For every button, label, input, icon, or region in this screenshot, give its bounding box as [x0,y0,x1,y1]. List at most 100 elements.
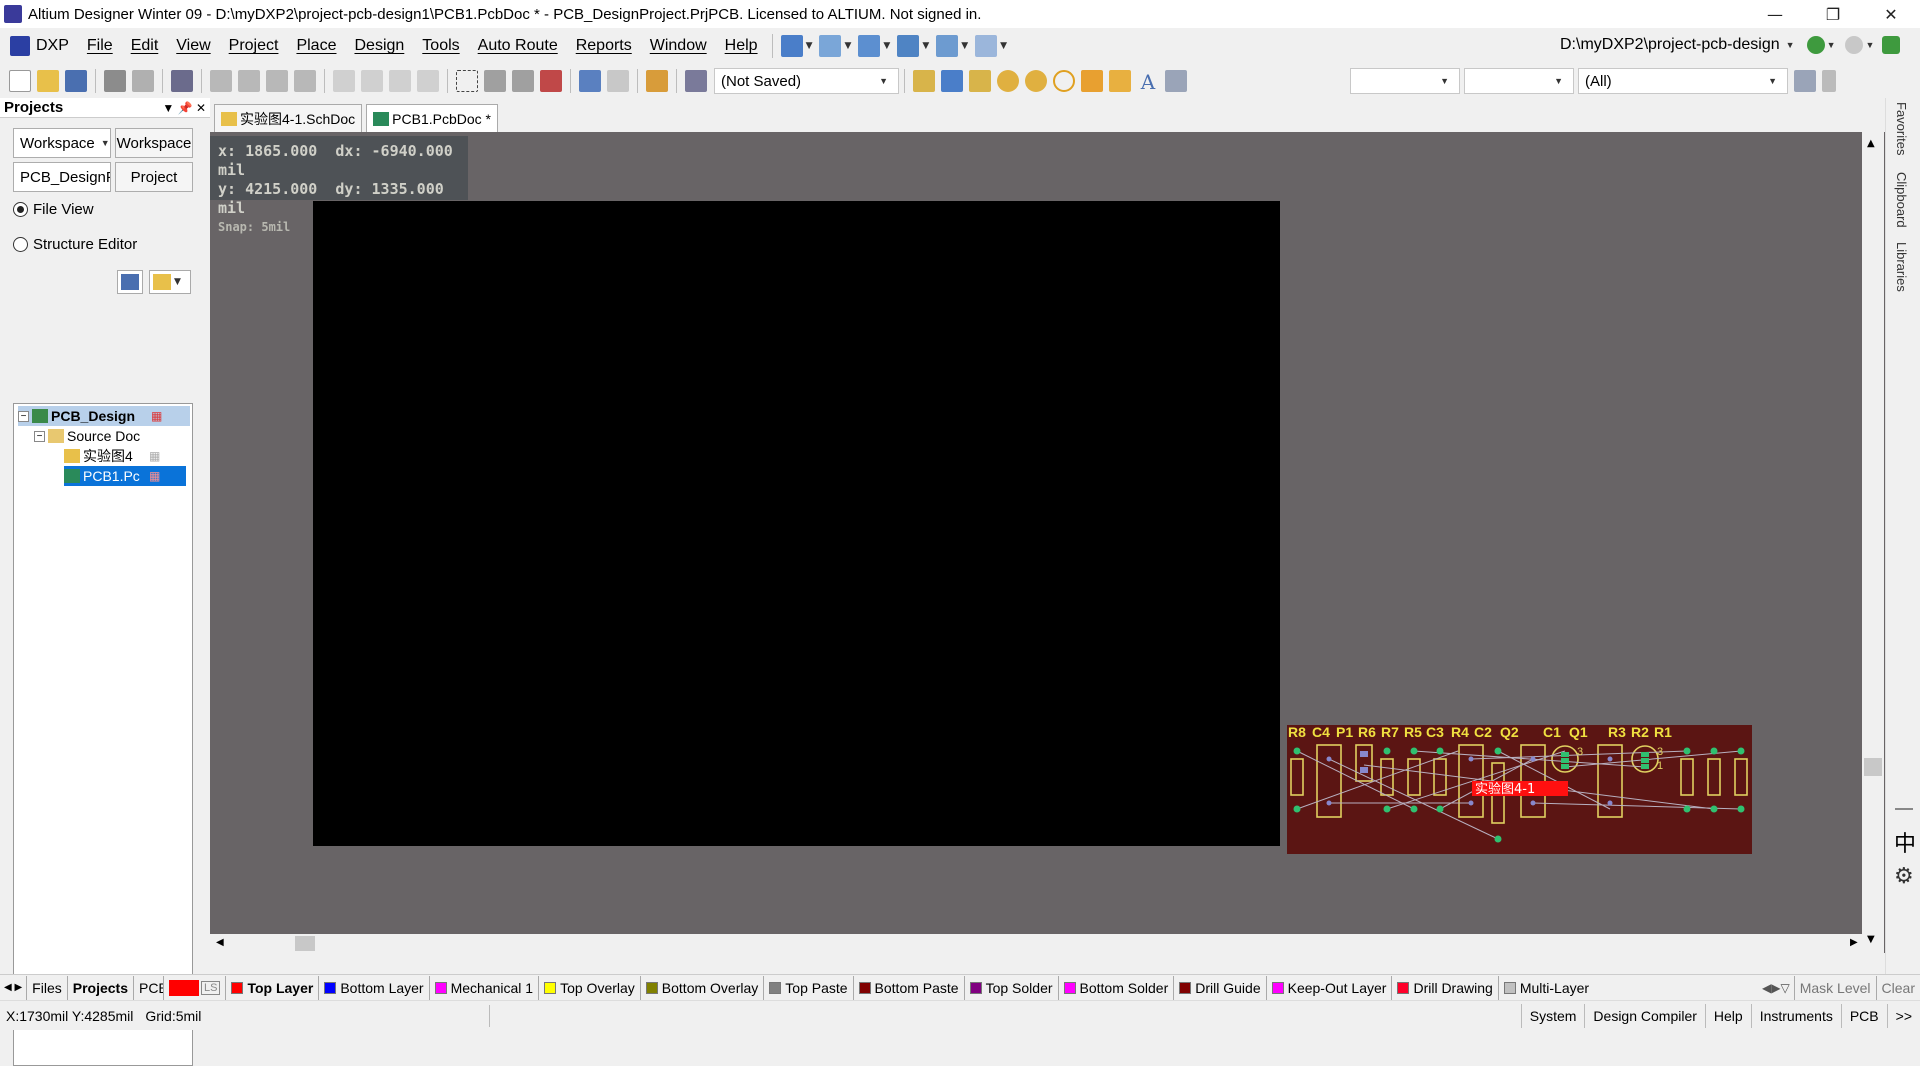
status-instruments-button[interactable]: Instruments [1750,1003,1841,1028]
status-pcb-button[interactable]: PCB [1840,1003,1887,1028]
layer-tab[interactable]: Top Paste [763,975,852,1000]
chevron-down-icon[interactable]: ▼ [961,41,968,51]
cut-icon[interactable] [333,70,355,92]
filter-all-combo[interactable]: (All) ▼ [1578,68,1788,94]
horizontal-scrollbar[interactable]: ◀ ▶ [210,934,1862,953]
minimize-button[interactable]: — [1746,0,1804,28]
tab-favorites[interactable]: Favorites [1894,102,1909,155]
forward-icon[interactable] [1845,36,1864,54]
fill-icon[interactable] [1081,70,1103,92]
layer-scroll-icon[interactable]: ◀▶▽ [1758,981,1794,995]
chevron-down-icon[interactable]: ▼ [922,41,929,51]
filter-combo-1[interactable]: ▼ [1350,68,1460,94]
structure-editor-radio[interactable]: Structure Editor [13,236,137,253]
close-button[interactable]: ✕ [1862,0,1920,28]
board-sheet[interactable] [313,201,1280,846]
scroll-left-icon[interactable]: ◀ [216,937,224,948]
layer-tab[interactable]: Bottom Solder [1057,975,1174,1000]
arc-icon[interactable] [1053,70,1075,92]
chevron-down-icon[interactable]: ▼ [1000,41,1007,51]
workspace-combo[interactable]: Workspace ▼ [13,128,111,158]
back-icon[interactable] [1806,36,1825,54]
home-icon[interactable] [1882,36,1901,54]
rubber-stamp-icon[interactable] [417,70,439,92]
menu-place[interactable]: Place [287,37,345,55]
layer-tab[interactable]: Top Solder [963,975,1058,1000]
clear-filter-icon[interactable] [540,70,562,92]
zoom-selected-icon[interactable] [266,70,288,92]
menu-file[interactable]: File [78,37,122,55]
layer-tab[interactable]: Drill Guide [1173,975,1265,1000]
select-icon[interactable] [858,35,881,57]
menu-project[interactable]: Project [220,37,288,55]
browse-component-icon[interactable] [685,70,707,92]
collapse-icon[interactable]: − [18,410,29,422]
print-icon[interactable] [104,70,126,92]
select-area-icon[interactable] [456,70,478,92]
save-icon[interactable] [65,70,87,92]
deselect-icon[interactable] [512,70,534,92]
layer-tab[interactable]: Top Layer [225,975,318,1000]
chevron-down-icon[interactable]: ▼ [1865,40,1874,50]
gear-icon[interactable]: ⚙ [1894,864,1914,889]
multi-route-icon[interactable] [941,70,963,92]
layer-tab[interactable]: Bottom Overlay [639,975,763,1000]
tab-files[interactable]: Files [26,975,67,1000]
menu-dxp[interactable]: DXP [0,36,78,56]
layer-tab[interactable]: Top Overlay [538,975,640,1000]
zoom-fit-icon[interactable] [210,70,232,92]
menu-help[interactable]: Help [716,37,767,55]
array-paste-icon[interactable] [1165,70,1187,92]
paste-icon[interactable] [389,70,411,92]
scroll-right-icon[interactable]: ▶ [1850,937,1858,948]
cross-probe-icon[interactable] [646,70,668,92]
move-icon[interactable] [484,70,506,92]
tab-pcb-panel[interactable]: PCB [132,975,163,1000]
open-icon[interactable] [37,70,59,92]
menu-auto-route[interactable]: Auto Route [469,37,567,55]
project-options-button[interactable]: ▼ [149,270,191,294]
tree-item-project[interactable]: − PCB_Design ▦ [18,406,190,426]
workspace-button[interactable]: Workspace [115,128,193,158]
layer-tab[interactable]: Bottom Paste [852,975,964,1000]
scroll-up-icon[interactable]: ▲ [1867,138,1875,149]
tab-projects[interactable]: Projects [66,975,133,1000]
clear-filter-icon[interactable] [1822,70,1836,92]
pin-icon[interactable]: 📌 [178,101,193,115]
apply-filter-icon[interactable] [1794,70,1816,92]
compile-project-button[interactable] [117,270,143,294]
chevron-down-icon[interactable]: ▼ [1827,40,1836,50]
layer-tab[interactable]: Bottom Layer [318,975,428,1000]
layer-tab[interactable]: Multi-Layer [1497,975,1594,1000]
project-button[interactable]: Project [115,162,193,192]
tree-item-pcb[interactable]: PCB1.Pc ▦ [64,466,186,486]
menu-window[interactable]: Window [641,37,716,55]
tab-clipboard[interactable]: Clipboard [1894,172,1909,228]
pcb-component-room[interactable]: 实验图4-1 3 3 1 R8 C4 P1 R6 R7 R5 C3 R4 C2 Q2 C1 Q1 R3 R… [1287,724,1752,854]
pad-icon[interactable] [997,70,1019,92]
tab-schematic[interactable]: 实验图4-1.SchDoc [214,104,363,132]
scroll-thumb[interactable] [1864,758,1882,776]
status-more-button[interactable]: >> [1886,1003,1920,1028]
tab-libraries[interactable]: Libraries [1894,242,1909,292]
current-layer-swatch[interactable]: LS [162,975,225,1000]
route-icon[interactable] [913,70,935,92]
via-icon[interactable] [1025,70,1047,92]
status-design-compiler-button[interactable]: Design Compiler [1584,1003,1704,1028]
align-icon[interactable] [819,35,842,57]
project-field[interactable]: PCB_DesignPr [13,162,111,192]
panel-nav-icon[interactable]: ◀ ▶ [0,982,26,993]
open-device-view-icon[interactable] [171,70,193,92]
chevron-down-icon[interactable]: ▼ [844,41,851,51]
file-view-radio[interactable]: File View [13,201,94,218]
pcb-editor-canvas[interactable]: x: 1865.000 dx: -6940.000 mil y: 4215.00… [210,132,1885,953]
restore-button[interactable]: ❐ [1804,0,1862,28]
layer-tab[interactable]: Mechanical 1 [428,975,539,1000]
panel-close-icon[interactable]: ✕ [196,101,206,115]
redo-icon[interactable] [607,70,629,92]
tree-item-source-documents[interactable]: − Source Doc [34,426,190,446]
clear-button[interactable]: Clear [1875,975,1920,1000]
undo-icon[interactable] [579,70,601,92]
ime-chinese-button[interactable]: 中 [1894,826,1916,858]
menu-tools[interactable]: Tools [413,37,468,55]
